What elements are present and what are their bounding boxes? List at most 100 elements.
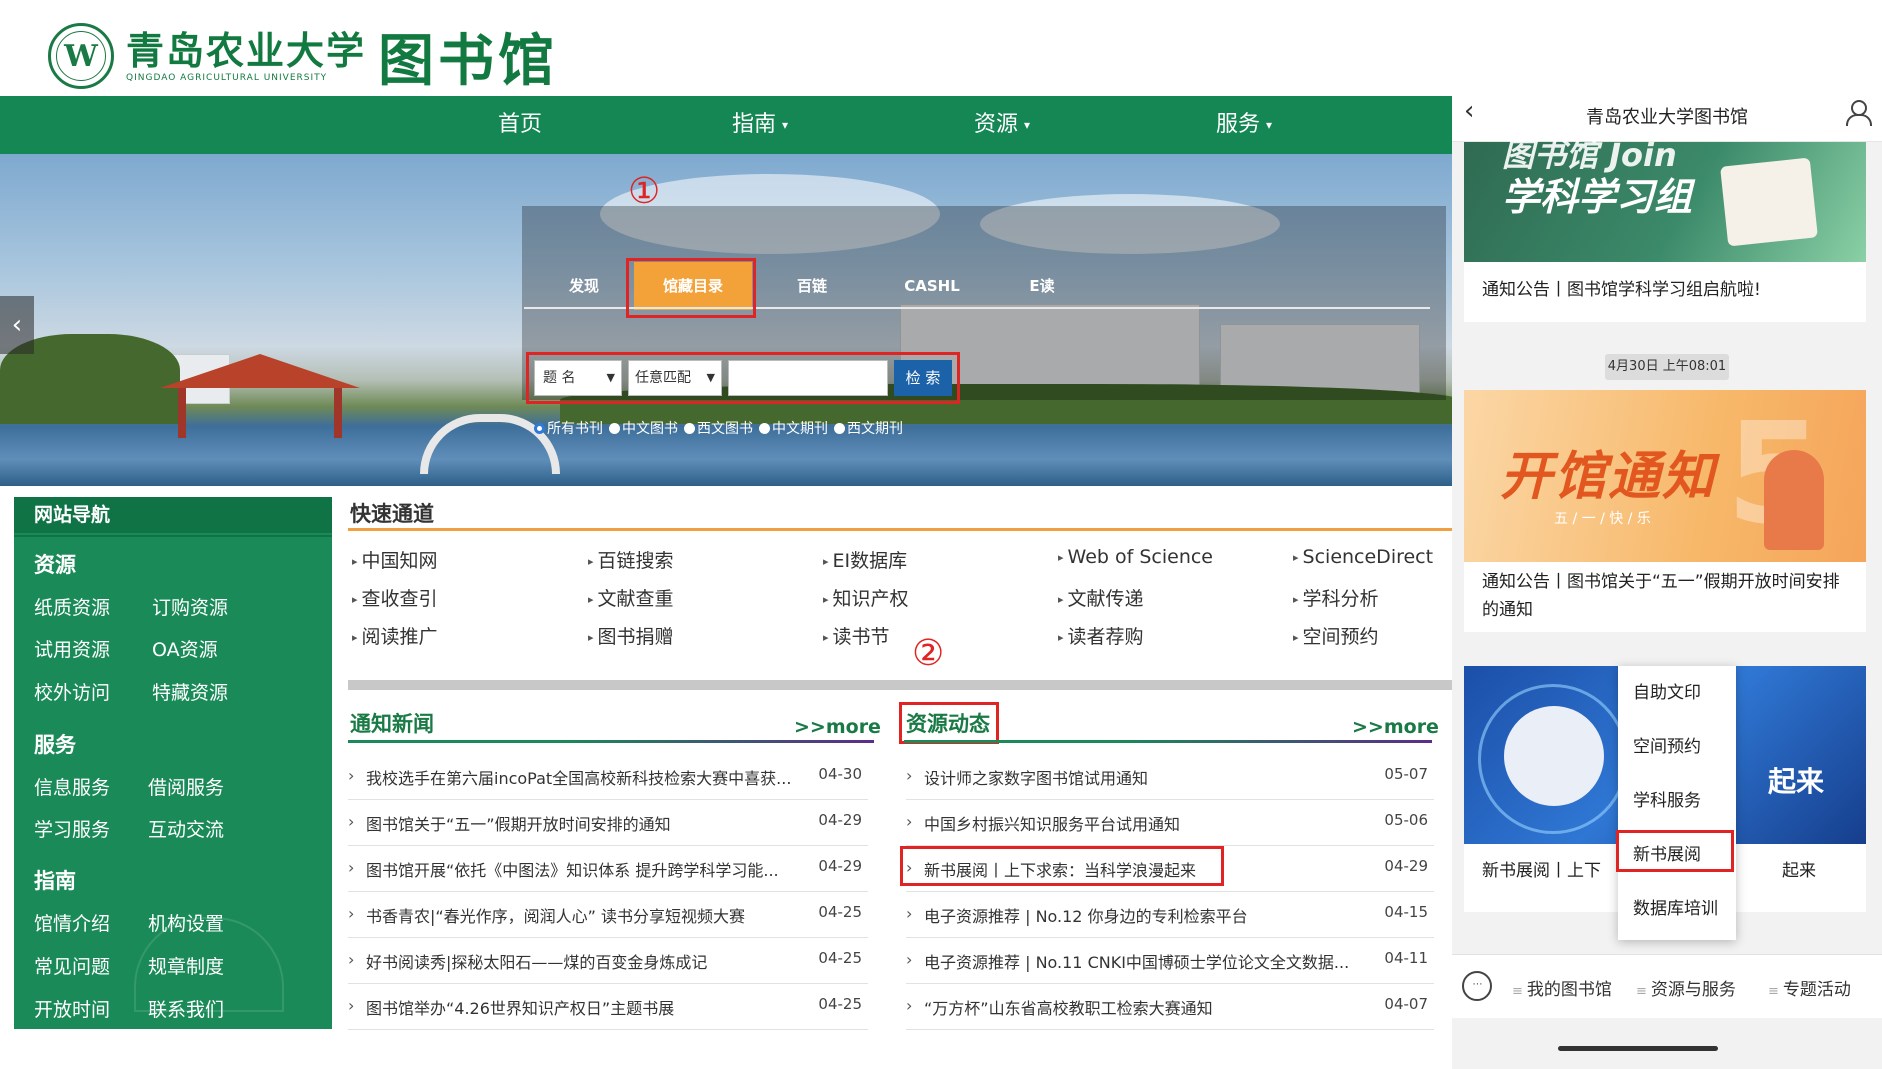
library-logo[interactable]: W 青岛农业大学 QINGDAO AGRICULTURAL UNIVERSITY…	[48, 20, 558, 94]
nav-services[interactable]: 服务 ▾	[1216, 96, 1272, 154]
university-name-en: QINGDAO AGRICULTURAL UNIVERSITY	[126, 73, 328, 83]
triangle-bullet-icon: ▸	[352, 555, 358, 568]
triangle-bullet-icon: ▸	[1058, 631, 1064, 644]
chevron-right-icon: ›	[348, 950, 355, 969]
menu-icon: ≡	[1768, 984, 1779, 999]
scope-west-journals[interactable]: 西文期刊	[834, 418, 903, 438]
sidebar-link[interactable]: 开放时间	[34, 995, 110, 1022]
news-row[interactable]: › 中国乡村振兴知识服务平台试用通知 05-06	[906, 800, 1434, 846]
news-row[interactable]: › 好书阅读秀|探秘太阳石——煤的百变金身炼成记 04-25	[348, 938, 868, 984]
quick-access-link[interactable]: ▸ 读者荐购	[1058, 622, 1144, 649]
article-card-may-day[interactable]: 5 开馆通知 五 / 一 / 快 / 乐 通知公告丨图书馆关于“五一”假期开放时…	[1464, 390, 1866, 632]
news-row[interactable]: › 图书馆关于“五一”假期开放时间安排的通知 04-29	[348, 800, 868, 846]
sidebar-link[interactable]: 规章制度	[148, 952, 224, 979]
sidebar-link[interactable]: 联系我们	[148, 995, 224, 1022]
quick-access-link[interactable]: ▸ 文献传递	[1058, 584, 1144, 611]
nav-resources[interactable]: 资源 ▾	[974, 96, 1030, 154]
triangle-bullet-icon: ▸	[1293, 593, 1299, 606]
triangle-bullet-icon: ▸	[352, 593, 358, 606]
chevron-right-icon: ›	[348, 904, 355, 923]
news-row[interactable]: › 电子资源推荐 | No.12 你身边的专利检索平台 04-15	[906, 892, 1434, 938]
news-title: 好书阅读秀|探秘太阳石——煤的百变金身炼成记	[366, 953, 708, 972]
mobile-title: 青岛农业大学图书馆	[1586, 107, 1748, 128]
news-row[interactable]: › 设计师之家数字图书馆试用通知 05-07	[906, 754, 1434, 800]
quick-access-link[interactable]: ▸ 查收查引	[352, 584, 438, 611]
sidebar-link[interactable]: 学习服务	[34, 815, 110, 842]
menu-item-space-booking[interactable]: 空间预约	[1618, 720, 1736, 774]
sidebar-link[interactable]: 借阅服务	[148, 773, 224, 800]
sidebar-link[interactable]: 常见问题	[34, 952, 110, 979]
quick-access-link[interactable]: ▸ EI数据库	[823, 546, 907, 573]
quick-access-link[interactable]: ▸ 知识产权	[823, 584, 909, 611]
sidebar-link[interactable]: 订购资源	[152, 593, 228, 620]
quick-access-link[interactable]: ▸ 百链搜索	[588, 546, 674, 573]
chevron-right-icon: ›	[348, 858, 355, 877]
bottom-tab-my-library[interactable]: ≡ 我的图书馆	[1512, 975, 1612, 1000]
news-row[interactable]: › 图书馆开展“依托《中图法》知识体系 提升跨学科学习能... 04-29	[348, 846, 868, 892]
radio-icon	[759, 423, 770, 434]
menu-item-subject-service[interactable]: 学科服务	[1618, 774, 1736, 828]
user-icon[interactable]	[1846, 100, 1872, 126]
sidebar-link[interactable]: 馆情介绍	[34, 909, 110, 936]
news-title: 设计师之家数字图书馆试用通知	[924, 769, 1149, 788]
article-card-study-group[interactable]: 图书馆 Join 学科学习组 通知公告丨图书馆学科学习组启航啦!	[1464, 136, 1866, 322]
quick-access-link[interactable]: ▸ 空间预约	[1293, 622, 1379, 649]
sidebar-link[interactable]: 特藏资源	[152, 678, 228, 705]
banner-text: 学科学习组	[1502, 175, 1693, 219]
main-nav: 首页 指南 ▾ 资源 ▾ 服务 ▾	[0, 96, 1452, 154]
service-popup-menu: 自助文印 空间预约 学科服务 新书展阅 数据库培训	[1616, 666, 1736, 940]
chevron-right-icon: ›	[348, 812, 355, 831]
news-row[interactable]: › “万方杯”山东省高校教职工检索大赛通知 04-07	[906, 984, 1434, 1030]
sidebar-link[interactable]: 互动交流	[148, 815, 224, 842]
news-date: 04-25	[818, 995, 862, 1013]
nav-home[interactable]: 首页	[498, 96, 542, 154]
chevron-right-icon: ›	[906, 996, 913, 1015]
quick-access-link[interactable]: ▸ 图书捐赠	[588, 622, 674, 649]
university-name: 青岛农业大学	[126, 28, 367, 73]
menu-item-db-training[interactable]: 数据库培训	[1618, 882, 1736, 936]
quick-access-link[interactable]: ▸ ScienceDirect	[1293, 546, 1433, 568]
message-timestamp: 4月30日 上午08:01	[1605, 354, 1729, 380]
keyboard-icon[interactable]: ⋯	[1462, 971, 1492, 1001]
news-row[interactable]: › 图书馆举办“4.26世界知识产权日”主题书展 04-25	[348, 984, 868, 1030]
girl-illustration-icon	[1764, 450, 1824, 550]
mobile-screen: ‹ 青岛农业大学图书馆 图书馆 Join 学科学习组 通知公告丨图书馆学科学习组…	[1452, 88, 1882, 1069]
carousel-prev-button[interactable]: ‹	[0, 296, 34, 354]
sidebar-link[interactable]: 机构设置	[148, 909, 224, 936]
quick-access-link[interactable]: ▸ Web of Science	[1058, 546, 1213, 568]
news-row[interactable]: › 我校选手在第六届incoPat全国高校新科技检索大赛中喜获... 04-30	[348, 754, 868, 800]
section-divider	[348, 680, 1452, 690]
bottom-tab-resources[interactable]: ≡ 资源与服务	[1636, 975, 1736, 1000]
banner-text: 起来	[1768, 765, 1825, 798]
sidebar-link[interactable]: 试用资源	[34, 635, 110, 662]
quick-access-link[interactable]: ▸ 读书节	[823, 622, 890, 649]
pavilion	[178, 388, 342, 438]
bottom-tab-activities[interactable]: ≡ 专题活动	[1768, 975, 1851, 1000]
news-row[interactable]: › 书香青农|“春光作序，阅润人心” 读书分享短视频大赛 04-25	[348, 892, 868, 938]
scope-all[interactable]: 所有书刊	[534, 418, 603, 438]
notices-more-link[interactable]: >>more	[794, 716, 881, 738]
search-tab-eread[interactable]: E读	[992, 262, 1092, 310]
menu-item-self-print[interactable]: 自助文印	[1618, 666, 1736, 720]
scope-cn-journals[interactable]: 中文期刊	[759, 418, 828, 438]
scope-west-books[interactable]: 西文图书	[684, 418, 753, 438]
sidebar-link[interactable]: 校外访问	[34, 678, 110, 705]
banner-text: 开馆通知	[1500, 447, 1717, 507]
sidebar-link[interactable]: OA资源	[152, 635, 218, 662]
resources-more-link[interactable]: >>more	[1352, 716, 1439, 738]
search-tab-cashl[interactable]: CASHL	[872, 262, 992, 310]
sidebar-link[interactable]: 纸质资源	[34, 593, 110, 620]
quick-access-link[interactable]: ▸ 中国知网	[352, 546, 438, 573]
scope-cn-books[interactable]: 中文图书	[609, 418, 678, 438]
news-title: 电子资源推荐 | No.12 你身边的专利检索平台	[924, 907, 1248, 926]
quick-access-link[interactable]: ▸ 学科分析	[1293, 584, 1379, 611]
news-row[interactable]: › 电子资源推荐 | No.11 CNKI中国博硕士学位论文全文数据... 04-1…	[906, 938, 1434, 984]
nav-guide[interactable]: 指南 ▾	[732, 96, 788, 154]
sidebar-link[interactable]: 信息服务	[34, 773, 110, 800]
quick-access-link[interactable]: ▸ 阅读推广	[352, 622, 438, 649]
quick-access-link[interactable]: ▸ 文献查重	[588, 584, 674, 611]
search-tab-discover[interactable]: 发现	[534, 262, 634, 310]
card-caption: 起来	[1782, 861, 1816, 881]
triangle-bullet-icon: ▸	[1058, 593, 1064, 606]
search-tab-bailian[interactable]: 百链	[762, 262, 862, 310]
